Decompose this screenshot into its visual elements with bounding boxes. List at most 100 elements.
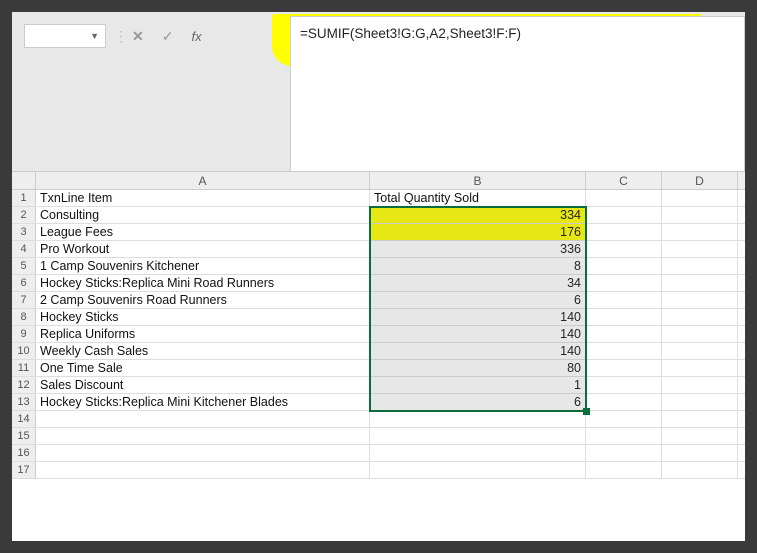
cell[interactable]: 34 — [370, 275, 586, 291]
cell[interactable] — [662, 309, 738, 325]
cell[interactable]: 8 — [370, 258, 586, 274]
cell[interactable] — [662, 190, 738, 206]
cell[interactable]: 140 — [370, 309, 586, 325]
row-header[interactable]: 11 — [12, 360, 36, 376]
cell[interactable]: TxnLine Item — [36, 190, 370, 206]
cell[interactable] — [586, 394, 662, 410]
row-header[interactable]: 16 — [12, 445, 36, 461]
cell[interactable] — [662, 207, 738, 223]
cell[interactable]: One Time Sale — [36, 360, 370, 376]
cell[interactable] — [662, 292, 738, 308]
row-header[interactable]: 8 — [12, 309, 36, 325]
cell[interactable] — [662, 445, 738, 461]
row-header[interactable]: 15 — [12, 428, 36, 444]
cell[interactable]: 140 — [370, 326, 586, 342]
name-box[interactable]: ▼ — [24, 24, 106, 48]
cell[interactable]: 1 Camp Souvenirs Kitchener — [36, 258, 370, 274]
cell[interactable] — [586, 258, 662, 274]
cell[interactable] — [370, 445, 586, 461]
cell[interactable] — [662, 258, 738, 274]
cell[interactable] — [586, 292, 662, 308]
cell[interactable] — [586, 241, 662, 257]
row-header[interactable]: 17 — [12, 462, 36, 478]
cell[interactable]: 176 — [370, 224, 586, 240]
column-header-a[interactable]: A — [36, 172, 370, 189]
table-row: 2 Consulting 334 — [12, 207, 745, 224]
cell[interactable] — [586, 462, 662, 478]
cell[interactable] — [662, 360, 738, 376]
cell[interactable] — [662, 428, 738, 444]
cell[interactable] — [662, 224, 738, 240]
select-all-corner[interactable] — [12, 172, 36, 189]
cell[interactable]: Hockey Sticks — [36, 309, 370, 325]
cell[interactable] — [586, 445, 662, 461]
row-header[interactable]: 5 — [12, 258, 36, 274]
cell[interactable] — [586, 309, 662, 325]
row-header[interactable]: 13 — [12, 394, 36, 410]
table-row: 14 — [12, 411, 745, 428]
cell[interactable]: Weekly Cash Sales — [36, 343, 370, 359]
row-header[interactable]: 10 — [12, 343, 36, 359]
cell[interactable]: 334 — [370, 207, 586, 223]
cell[interactable] — [662, 394, 738, 410]
cell[interactable]: Total Quantity Sold — [370, 190, 586, 206]
cell[interactable]: Hockey Sticks:Replica Mini Kitchener Bla… — [36, 394, 370, 410]
cell[interactable] — [662, 377, 738, 393]
cell[interactable]: 80 — [370, 360, 586, 376]
cell[interactable]: 6 — [370, 292, 586, 308]
cell[interactable] — [586, 224, 662, 240]
cell[interactable] — [36, 411, 370, 427]
table-row: 13 Hockey Sticks:Replica Mini Kitchener … — [12, 394, 745, 411]
cell[interactable]: 2 Camp Souvenirs Road Runners — [36, 292, 370, 308]
spreadsheet-grid[interactable]: A B C D 1 TxnLine Item Total Quantity So… — [12, 172, 745, 541]
cell[interactable] — [662, 275, 738, 291]
cell[interactable] — [586, 343, 662, 359]
cell[interactable] — [586, 411, 662, 427]
formula-text: =SUMIF(Sheet3!G:G,A2,Sheet3!F:F) — [300, 26, 521, 41]
cell[interactable]: Replica Uniforms — [36, 326, 370, 342]
cell[interactable] — [370, 411, 586, 427]
enter-icon[interactable]: ✓ — [162, 28, 174, 45]
cell[interactable] — [586, 428, 662, 444]
row-header[interactable]: 1 — [12, 190, 36, 206]
cell[interactable]: Consulting — [36, 207, 370, 223]
cell[interactable] — [662, 411, 738, 427]
cell[interactable]: League Fees — [36, 224, 370, 240]
cell[interactable]: 6 — [370, 394, 586, 410]
cell[interactable]: Pro Workout — [36, 241, 370, 257]
cell[interactable]: 1 — [370, 377, 586, 393]
cell[interactable] — [586, 326, 662, 342]
cell[interactable] — [36, 428, 370, 444]
cancel-icon[interactable]: ✕ — [132, 28, 144, 45]
cell[interactable] — [36, 445, 370, 461]
row-header[interactable]: 4 — [12, 241, 36, 257]
cell[interactable] — [36, 462, 370, 478]
row-header[interactable]: 14 — [12, 411, 36, 427]
cell[interactable]: 336 — [370, 241, 586, 257]
column-header-d[interactable]: D — [662, 172, 738, 189]
cell[interactable] — [586, 275, 662, 291]
cell[interactable]: Hockey Sticks:Replica Mini Road Runners — [36, 275, 370, 291]
fx-icon[interactable]: fx — [191, 29, 201, 44]
row-header[interactable]: 6 — [12, 275, 36, 291]
row-header[interactable]: 12 — [12, 377, 36, 393]
cell[interactable] — [370, 462, 586, 478]
cell[interactable] — [586, 377, 662, 393]
cell[interactable]: Sales Discount — [36, 377, 370, 393]
cell[interactable] — [662, 462, 738, 478]
cell[interactable] — [586, 360, 662, 376]
row-header[interactable]: 3 — [12, 224, 36, 240]
row-header[interactable]: 7 — [12, 292, 36, 308]
cell[interactable] — [662, 326, 738, 342]
cell[interactable] — [370, 428, 586, 444]
cell[interactable] — [662, 343, 738, 359]
cell[interactable]: 140 — [370, 343, 586, 359]
cell[interactable] — [586, 207, 662, 223]
row-header[interactable]: 2 — [12, 207, 36, 223]
column-header-b[interactable]: B — [370, 172, 586, 189]
column-header-c[interactable]: C — [586, 172, 662, 189]
cell[interactable] — [586, 190, 662, 206]
chevron-down-icon: ▼ — [90, 31, 99, 41]
cell[interactable] — [662, 241, 738, 257]
row-header[interactable]: 9 — [12, 326, 36, 342]
